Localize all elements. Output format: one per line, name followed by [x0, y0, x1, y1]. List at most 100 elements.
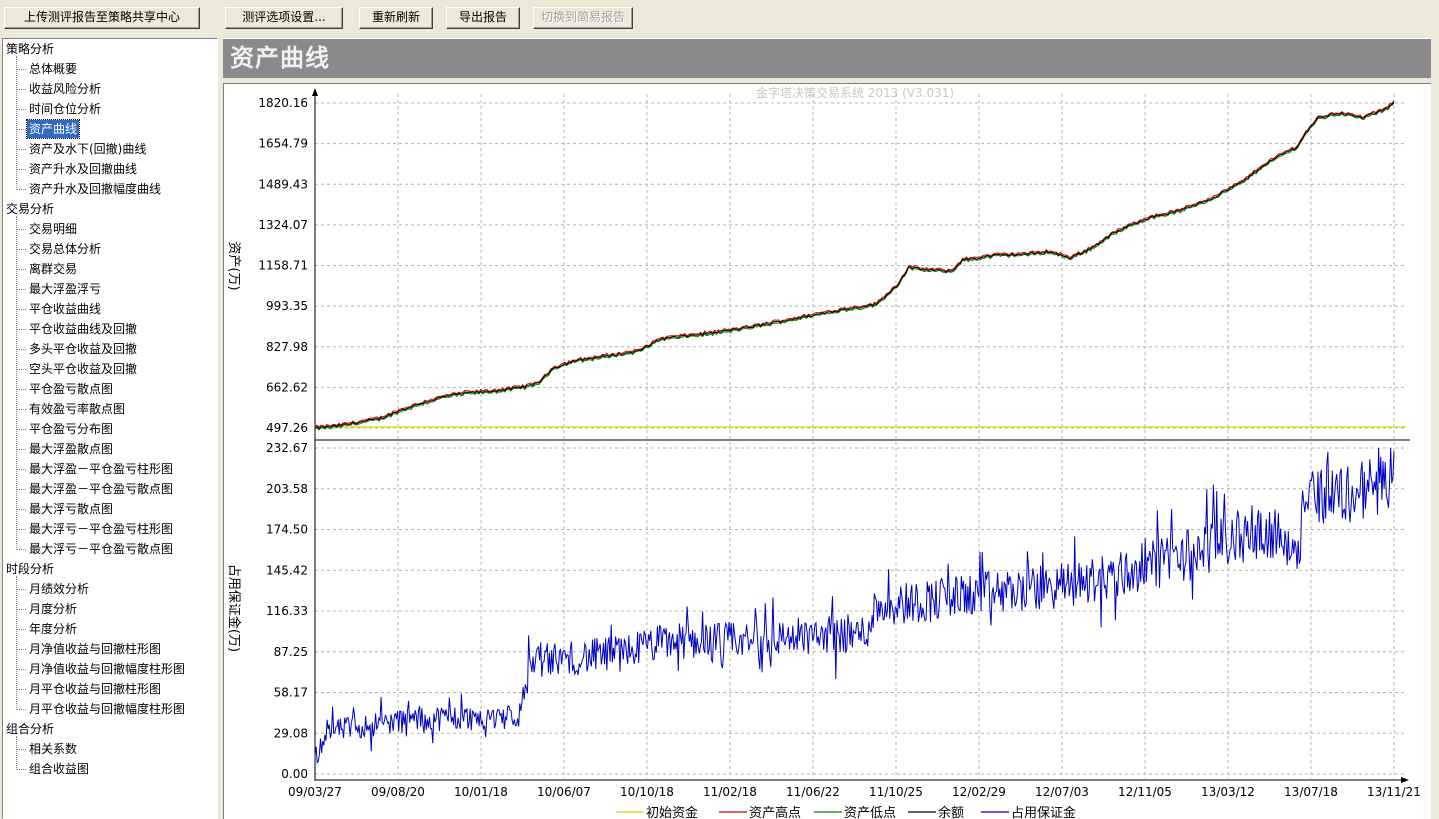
tree-item[interactable]: 交易总体分析 — [27, 240, 103, 258]
tree-item[interactable]: 月平仓收益与回撤柱形图 — [27, 680, 163, 698]
tree-item[interactable]: 总体概要 — [27, 60, 79, 78]
tree-item[interactable]: 资产及水下(回撤)曲线 — [27, 140, 148, 158]
y-tick-label: 993.35 — [266, 299, 308, 313]
tree-item[interactable]: 收益风险分析 — [27, 80, 103, 98]
tree-connector — [16, 289, 26, 290]
margin-series — [314, 447, 1395, 764]
tree-item[interactable]: 多头平仓收益及回撤 — [27, 340, 139, 358]
y-tick-label: 662.62 — [266, 380, 308, 394]
tree-category[interactable]: 交易分析 — [6, 200, 54, 218]
chart-title: 金字塔决策交易系统 2013 (V3.031) — [756, 85, 954, 100]
x-axis-arrow — [1401, 777, 1409, 783]
x-tick-label: 13/03/12 — [1201, 785, 1255, 799]
tree-connector — [16, 149, 26, 150]
y-tick-label: 203.58 — [266, 482, 308, 496]
tree-item[interactable]: 月净值收益与回撤柱形图 — [27, 640, 163, 658]
tree-item[interactable]: 最大浮亏散点图 — [27, 500, 115, 518]
tree-item[interactable]: 最大浮盈－平仓盈亏散点图 — [27, 480, 175, 498]
upload-report-button[interactable]: 上传测评报告至策略共享中心 — [4, 7, 200, 29]
tree-item[interactable]: 月平仓收益与回撤幅度柱形图 — [27, 700, 187, 718]
y-tick-label: 1820.16 — [258, 96, 308, 110]
y-tick-label: 29.08 — [274, 726, 308, 740]
y-axis-arrow — [312, 88, 318, 96]
tree-connector — [16, 369, 26, 370]
tree-item[interactable]: 月绩效分析 — [27, 580, 91, 598]
tree-category[interactable]: 组合分析 — [6, 720, 54, 738]
x-tick-label: 11/02/18 — [703, 785, 757, 799]
tree-connector — [16, 56, 17, 190]
tree-connector — [16, 649, 26, 650]
toolbar: 上传测评报告至策略共享中心 测评选项设置... 重新刷新 导出报告 切换到简易报… — [0, 0, 1439, 36]
tree-item[interactable]: 平仓盈亏散点图 — [27, 380, 115, 398]
tree-connector — [16, 309, 26, 310]
chart-area: 金字塔决策交易系统 2013 (V3.031) 09/03/27 09/08/20 1… — [223, 83, 1431, 819]
tree-connector — [16, 489, 26, 490]
x-tick-label: 10/06/07 — [537, 785, 591, 799]
tree-item[interactable]: 交易明细 — [27, 220, 79, 238]
tree-item[interactable]: 空头平仓收益及回撤 — [27, 360, 139, 378]
x-tick-label: 09/08/20 — [371, 785, 425, 799]
tree-item[interactable]: 资产升水及回撤曲线 — [27, 160, 139, 178]
tree-connector — [16, 389, 26, 390]
equity-chart: 金字塔决策交易系统 2013 (V3.031) 09/03/27 09/08/20 1… — [226, 85, 1421, 819]
tree-connector — [16, 329, 26, 330]
tree-connector — [16, 769, 26, 770]
y-axis-label: 占用保证金(万) — [226, 564, 242, 652]
tree-connector — [16, 736, 17, 770]
tree-connector — [16, 609, 26, 610]
eval-options-button[interactable]: 测评选项设置... — [225, 7, 343, 29]
y-tick-label: 1654.79 — [258, 137, 308, 151]
tree-item[interactable]: 月度分析 — [27, 600, 79, 618]
x-tick-label: 11/10/25 — [869, 785, 923, 799]
tree-item[interactable]: 最大浮亏－平仓盈亏散点图 — [27, 540, 175, 558]
y-tick-label: 1324.07 — [258, 218, 308, 232]
tree-item[interactable]: 有效盈亏率散点图 — [27, 400, 127, 418]
y-tick-label: 116.33 — [266, 604, 308, 618]
refresh-button[interactable]: 重新刷新 — [359, 7, 433, 29]
tree-item[interactable]: 最大浮盈－平仓盈亏柱形图 — [27, 460, 175, 478]
y-tick-label: 87.25 — [274, 645, 308, 659]
tree-connector — [16, 349, 26, 350]
tree-item[interactable]: 资产曲线 — [25, 119, 81, 139]
y-tick-label: 1158.71 — [258, 259, 308, 273]
tree-category[interactable]: 时段分析 — [6, 560, 54, 578]
legend-entry: 初始资金 — [646, 805, 698, 819]
tree-item[interactable]: 月净值收益与回撤幅度柱形图 — [27, 660, 187, 678]
export-report-button[interactable]: 导出报告 — [446, 7, 520, 29]
tree-connector — [16, 669, 26, 670]
tree-item[interactable]: 最大浮亏－平仓盈亏柱形图 — [27, 520, 175, 538]
tree-item[interactable]: 平仓收益曲线 — [27, 300, 103, 318]
tree-item[interactable]: 时间仓位分析 — [27, 100, 103, 118]
y-tick-label: 232.67 — [266, 441, 308, 455]
x-tick-label: 12/07/03 — [1035, 785, 1089, 799]
tree-connector — [16, 549, 26, 550]
tree-item[interactable]: 最大浮盈浮亏 — [27, 280, 103, 298]
tree-connector — [16, 509, 26, 510]
page-header: 资产曲线 — [223, 38, 1431, 78]
y-tick-label: 145.42 — [266, 563, 308, 577]
tree-connector — [16, 749, 26, 750]
x-tick-label: 10/01/18 — [454, 785, 508, 799]
report-tree[interactable]: 策略分析总体概要收益风险分析 时间仓位分析 资产曲线 资产及水下(回撤)曲线 资产升水及… — [2, 38, 218, 819]
page-title: 资产曲线 — [230, 44, 330, 72]
tree-category[interactable]: 策略分析 — [6, 40, 54, 58]
balance-series — [314, 101, 1395, 430]
tree-item[interactable]: 最大浮盈散点图 — [27, 440, 115, 458]
tree-item[interactable]: 资产升水及回撤幅度曲线 — [27, 180, 163, 198]
y-tick-label: 0.00 — [281, 767, 308, 781]
legend-entry: 资产低点 — [844, 806, 896, 819]
tree-item[interactable]: 相关系数 — [27, 740, 79, 758]
y-tick-label: 497.26 — [266, 421, 308, 435]
tree-connector — [16, 469, 26, 470]
tree-item[interactable]: 平仓盈亏分布图 — [27, 420, 115, 438]
tree-item[interactable]: 平仓收益曲线及回撤 — [27, 320, 139, 338]
tree-item[interactable]: 年度分析 — [27, 620, 79, 638]
tree-connector — [16, 229, 26, 230]
tree-connector — [16, 69, 26, 70]
asset-low-series — [314, 102, 1395, 431]
y-tick-label: 1489.43 — [258, 177, 308, 191]
tree-item[interactable]: 组合收益图 — [27, 760, 91, 778]
tree-connector — [16, 109, 26, 110]
tree-connector — [16, 689, 26, 690]
tree-item[interactable]: 离群交易 — [27, 260, 79, 278]
